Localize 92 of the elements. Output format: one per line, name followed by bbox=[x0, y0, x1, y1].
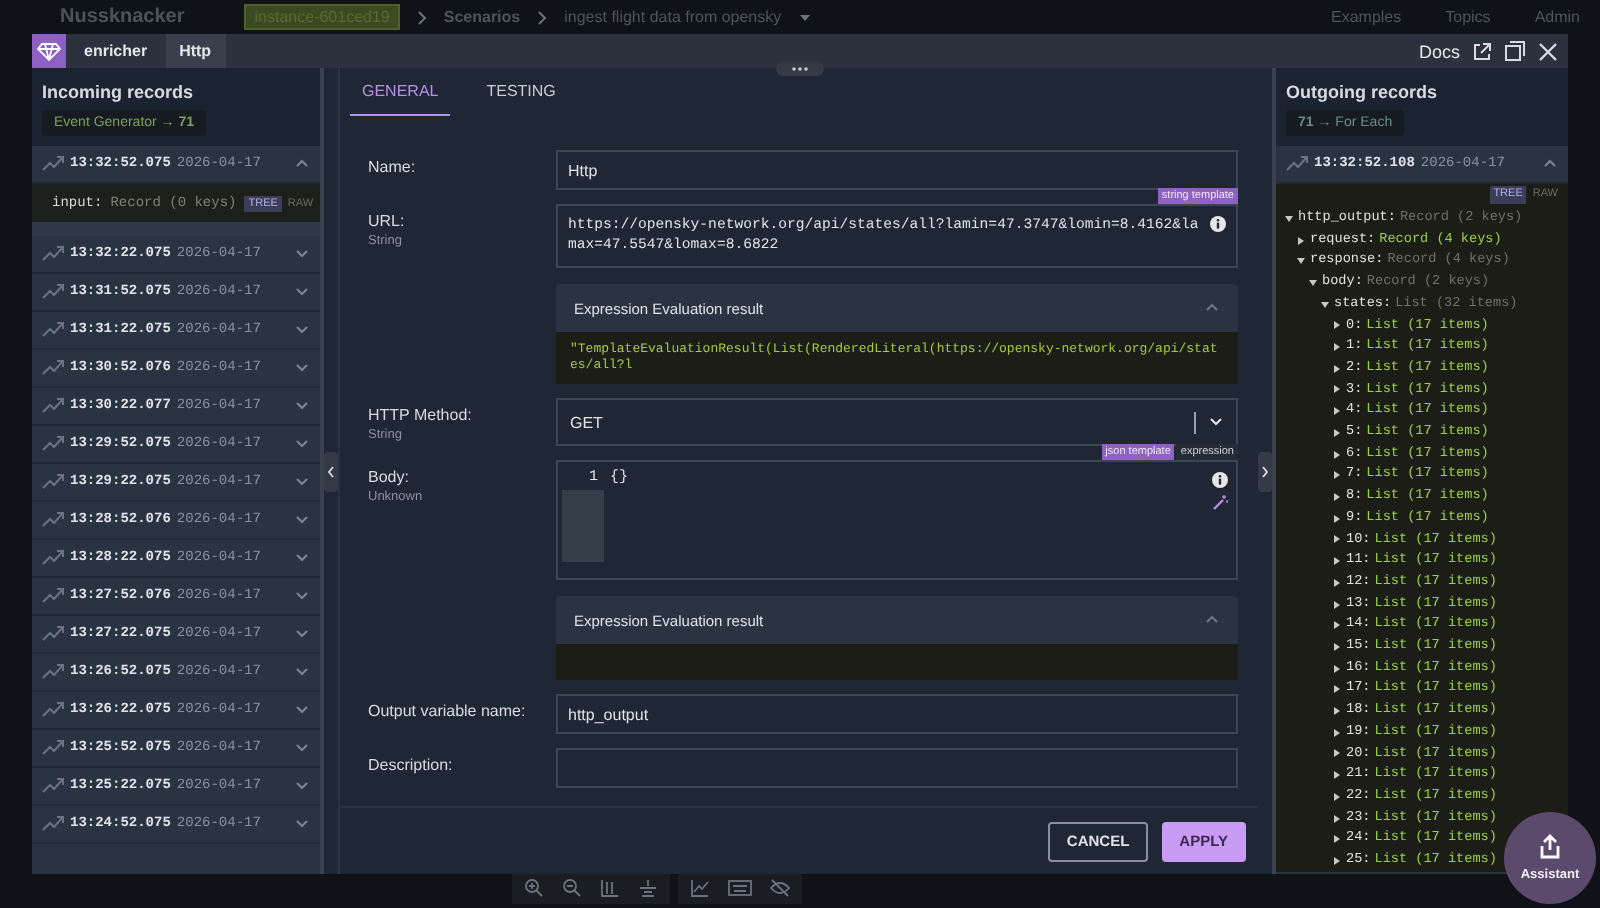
docs-link[interactable]: Docs bbox=[1418, 41, 1460, 61]
align-icon[interactable] bbox=[638, 878, 658, 898]
triangle-down-icon[interactable] bbox=[1284, 213, 1294, 224]
trend-icon bbox=[42, 738, 64, 758]
columns-icon[interactable] bbox=[600, 878, 620, 898]
trend-icon bbox=[42, 434, 64, 454]
triangle-right-icon[interactable] bbox=[1332, 449, 1342, 460]
triangle-right-icon[interactable] bbox=[1332, 491, 1342, 502]
triangle-right-icon[interactable] bbox=[1332, 427, 1342, 438]
field-label: Description: bbox=[368, 756, 455, 774]
trend-icon bbox=[42, 358, 64, 378]
trend-icon bbox=[42, 624, 64, 644]
triangle-right-icon[interactable] bbox=[1332, 363, 1342, 374]
zoom-in-icon[interactable] bbox=[524, 878, 544, 898]
field-label: Body: bbox=[368, 468, 411, 486]
magic-wand-icon[interactable] bbox=[1212, 494, 1228, 510]
tab[interactable]: TESTING bbox=[474, 68, 568, 116]
triangle-right-icon[interactable] bbox=[1332, 706, 1342, 717]
chevron-up-icon[interactable] bbox=[1204, 302, 1220, 314]
panel-title: Incoming records bbox=[40, 80, 196, 106]
collapse-left-icon[interactable] bbox=[324, 451, 338, 491]
chart-icon[interactable] bbox=[690, 878, 710, 898]
keyboard-icon[interactable] bbox=[728, 878, 752, 898]
triangle-right-icon[interactable] bbox=[1332, 855, 1342, 866]
text-input[interactable] bbox=[556, 748, 1238, 788]
trend-icon bbox=[42, 586, 64, 606]
trend-icon bbox=[42, 662, 64, 682]
chevron-right-icon bbox=[536, 9, 549, 25]
info-icon[interactable] bbox=[1210, 216, 1226, 232]
triangle-down-icon[interactable] bbox=[1308, 277, 1318, 288]
triangle-right-icon[interactable] bbox=[1332, 791, 1342, 802]
triangle-right-icon[interactable] bbox=[1332, 641, 1342, 652]
triangle-right-icon[interactable] bbox=[1332, 684, 1342, 695]
select-value: GET bbox=[570, 413, 605, 431]
trend-icon bbox=[42, 776, 64, 796]
triangle-right-icon[interactable] bbox=[1332, 513, 1342, 524]
triangle-right-icon[interactable] bbox=[1332, 813, 1342, 824]
drag-handle-icon[interactable] bbox=[776, 62, 824, 76]
close-icon[interactable] bbox=[1538, 41, 1558, 61]
external-link-icon[interactable] bbox=[1472, 41, 1492, 61]
method-select[interactable]: GET bbox=[556, 398, 1238, 446]
triangle-right-icon[interactable] bbox=[1332, 534, 1342, 545]
gem-icon bbox=[32, 34, 66, 68]
collapse-right-icon[interactable] bbox=[1258, 451, 1272, 491]
trend-icon bbox=[1286, 154, 1308, 174]
text-input[interactable]: http_output bbox=[556, 694, 1238, 734]
trend-icon bbox=[42, 700, 64, 720]
triangle-right-icon[interactable] bbox=[1332, 556, 1342, 567]
triangle-right-icon[interactable] bbox=[1332, 577, 1342, 588]
trend-icon bbox=[42, 320, 64, 340]
triangle-right-icon[interactable] bbox=[1332, 406, 1342, 417]
triangle-down-icon[interactable] bbox=[1320, 299, 1330, 310]
chevron-right-icon bbox=[415, 9, 428, 25]
triangle-down-icon[interactable] bbox=[1296, 256, 1306, 267]
triangle-right-icon[interactable] bbox=[1332, 342, 1342, 353]
field-label: HTTP Method: bbox=[368, 406, 474, 424]
field-label: Name: bbox=[368, 158, 418, 176]
zoom-out-icon[interactable] bbox=[562, 878, 582, 898]
trend-icon bbox=[42, 548, 64, 568]
triangle-right-icon[interactable] bbox=[1332, 620, 1342, 631]
trend-icon bbox=[42, 472, 64, 492]
node-type-label: enricher bbox=[82, 42, 150, 60]
field-label: URL: bbox=[368, 212, 407, 230]
chevron-up-icon[interactable] bbox=[1542, 158, 1558, 170]
info-icon[interactable] bbox=[1212, 472, 1228, 488]
maximize-icon[interactable] bbox=[1504, 40, 1526, 62]
trend-icon bbox=[42, 244, 64, 264]
trend-icon bbox=[42, 396, 64, 416]
upload-icon bbox=[1538, 834, 1562, 862]
trend-icon bbox=[42, 282, 64, 302]
node-name-label: Http bbox=[165, 34, 226, 68]
triangle-right-icon[interactable] bbox=[1332, 599, 1342, 609]
triangle-right-icon[interactable] bbox=[1332, 470, 1342, 481]
caret-down-icon bbox=[797, 11, 812, 23]
chevron-up-icon[interactable] bbox=[1204, 614, 1220, 626]
triangle-right-icon[interactable] bbox=[1296, 235, 1306, 246]
chevron-up-icon[interactable] bbox=[294, 158, 310, 170]
triangle-right-icon[interactable] bbox=[1332, 770, 1342, 781]
text-input[interactable]: Http bbox=[556, 150, 1238, 190]
tab[interactable]: GENERAL bbox=[350, 68, 451, 116]
triangle-right-icon[interactable] bbox=[1332, 748, 1342, 759]
trend-icon bbox=[42, 814, 64, 834]
panel-title: Outgoing records bbox=[1284, 80, 1440, 106]
triangle-right-icon[interactable] bbox=[1332, 663, 1342, 674]
triangle-right-icon[interactable] bbox=[1332, 834, 1342, 845]
eye-off-icon[interactable] bbox=[770, 878, 790, 898]
triangle-right-icon[interactable] bbox=[1332, 320, 1342, 331]
field-label: Output variable name: bbox=[368, 702, 528, 720]
trend-icon bbox=[42, 154, 64, 174]
trend-icon bbox=[42, 510, 64, 530]
triangle-right-icon[interactable] bbox=[1332, 727, 1342, 738]
triangle-right-icon[interactable] bbox=[1332, 384, 1342, 395]
